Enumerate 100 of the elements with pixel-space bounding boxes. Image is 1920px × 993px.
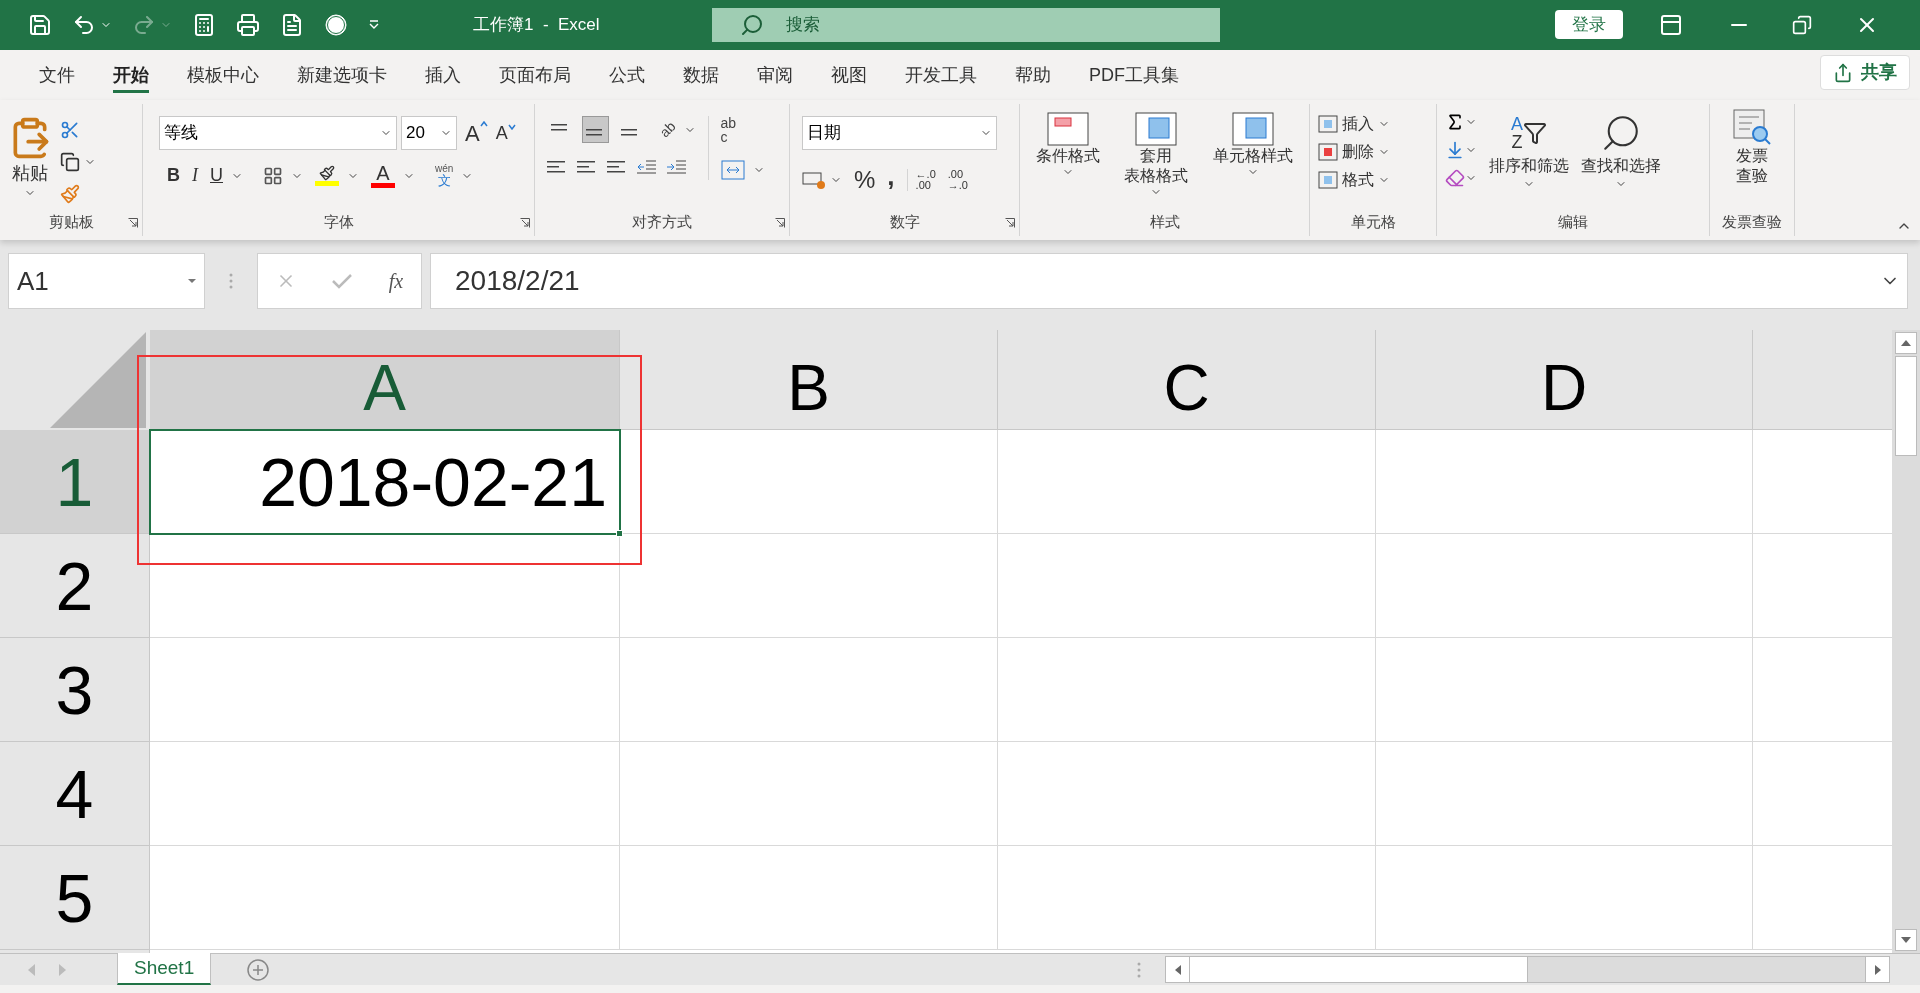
font-style-button[interactable]: I <box>192 162 198 189</box>
increase-decimal-button[interactable]: ←.0 .00 <box>906 169 936 191</box>
shrink-font-button[interactable]: A <box>495 119 516 147</box>
circle-icon[interactable] <box>324 13 348 37</box>
grid-cell[interactable] <box>998 846 1376 950</box>
scroll-thumb[interactable] <box>1190 957 1528 982</box>
font-style-button[interactable]: B <box>167 162 180 189</box>
merge-center-icon[interactable] <box>720 160 745 180</box>
scroll-right-icon[interactable] <box>1874 964 1881 975</box>
increase-indent-icon[interactable] <box>667 159 687 175</box>
invoice-check-button[interactable]: 发票 查验 <box>1718 108 1786 186</box>
grid-cell[interactable] <box>150 846 620 950</box>
percent-button[interactable]: % <box>854 162 876 198</box>
style-button[interactable]: 单元格样式 <box>1212 112 1293 198</box>
align-right-icon[interactable] <box>607 159 627 175</box>
sheet-tab[interactable]: Sheet1 <box>117 953 212 985</box>
ribbon-tab[interactable]: 数据 <box>664 57 738 93</box>
grid-cell[interactable] <box>998 638 1376 742</box>
share-button[interactable]: 共享 <box>1820 55 1910 90</box>
row-header[interactable]: 4 <box>0 742 150 846</box>
restore-icon[interactable] <box>1792 15 1812 35</box>
ribbon-tab[interactable]: 开发工具 <box>886 57 996 93</box>
phonetic-button[interactable]: wén 文 <box>435 164 454 187</box>
borders-icon[interactable] <box>263 165 283 186</box>
format-painter-icon[interactable] <box>60 184 80 204</box>
number-format-field[interactable]: 日期 <box>802 116 997 150</box>
row-header[interactable]: 1 <box>0 430 150 534</box>
fill-color-icon[interactable] <box>315 165 339 186</box>
row-header[interactable]: 5 <box>0 846 150 950</box>
align-center-icon[interactable] <box>577 159 597 175</box>
dialog-launcher-icon[interactable] <box>775 218 785 228</box>
editing-button[interactable]: 查找和选择 <box>1581 112 1661 190</box>
grid-cell[interactable] <box>620 742 998 846</box>
grid-cell[interactable] <box>1753 534 1892 638</box>
grid-cell[interactable] <box>1376 430 1753 534</box>
ribbon-tab[interactable]: 审阅 <box>738 57 812 93</box>
align-left-icon[interactable] <box>547 159 567 175</box>
grid-cell[interactable] <box>1376 638 1753 742</box>
dialog-launcher-icon[interactable] <box>128 218 138 228</box>
grid-cell[interactable] <box>1376 846 1753 950</box>
cut-icon[interactable] <box>60 120 80 140</box>
decrease-indent-icon[interactable] <box>637 159 657 175</box>
grid-cell[interactable] <box>1753 742 1892 846</box>
vertical-scrollbar[interactable] <box>1892 330 1920 953</box>
font-name-field[interactable]: 等线 <box>159 116 397 150</box>
printer-icon[interactable] <box>236 13 260 37</box>
ribbon-tab[interactable]: 开始 <box>94 57 168 93</box>
grid-cell[interactable] <box>1753 430 1892 534</box>
save-icon[interactable] <box>28 13 52 37</box>
horizontal-scrollbar[interactable] <box>1165 956 1890 983</box>
column-header[interactable]: C <box>998 330 1376 430</box>
print-preview-icon[interactable] <box>280 13 304 37</box>
ribbon-tab[interactable]: 公式 <box>590 57 664 93</box>
style-button[interactable]: 条件格式 <box>1036 112 1101 198</box>
grid-cell[interactable]: 2018-02-21 <box>150 430 620 534</box>
customize-icon[interactable] <box>368 19 380 31</box>
ribbon-tab[interactable]: 帮助 <box>996 57 1070 93</box>
copy-icon[interactable] <box>60 152 80 172</box>
grid-cell[interactable] <box>620 430 998 534</box>
grid-cell[interactable] <box>150 638 620 742</box>
comma-button[interactable]: , <box>887 163 895 189</box>
column-header[interactable]: D <box>1376 330 1753 430</box>
grow-font-button[interactable]: A <box>465 116 488 150</box>
style-button[interactable]: 套用 表格格式 <box>1124 112 1189 198</box>
name-box[interactable]: A1 <box>8 253 205 309</box>
scroll-down-icon[interactable] <box>1901 937 1911 943</box>
dialog-launcher-icon[interactable] <box>1005 218 1015 228</box>
ribbon-tab[interactable]: 文件 <box>20 57 94 93</box>
currency-icon[interactable] <box>802 170 826 190</box>
scroll-up-icon[interactable] <box>1901 340 1911 346</box>
grid-cell[interactable] <box>1753 638 1892 742</box>
grid-cell[interactable] <box>998 742 1376 846</box>
decrease-decimal-button[interactable]: .00 →.0 <box>947 169 968 191</box>
grid-cell[interactable] <box>998 534 1376 638</box>
grid-cell[interactable] <box>1376 742 1753 846</box>
cell-command-button[interactable]: 插入 <box>1318 112 1390 136</box>
row-header[interactable]: 3 <box>0 638 150 742</box>
scroll-thumb[interactable] <box>1895 356 1917 456</box>
editing-button[interactable]: A Z 排序和筛选 <box>1489 112 1569 190</box>
grid-cell[interactable] <box>150 742 620 846</box>
eraser-icon[interactable] <box>1445 168 1465 188</box>
ribbon-tab[interactable]: 新建选项卡 <box>278 57 406 93</box>
scroll-left-icon[interactable] <box>1174 964 1181 975</box>
ribbon-tab[interactable]: PDF工具集 <box>1070 57 1198 93</box>
paste-button[interactable]: 粘贴 <box>8 116 52 204</box>
insert-function-button[interactable]: fx <box>388 266 404 296</box>
ribbon-tab[interactable]: 插入 <box>406 57 480 93</box>
ribbon-display-icon[interactable] <box>1659 13 1683 37</box>
column-header[interactable]: A <box>150 330 620 430</box>
row-header[interactable]: 2 <box>0 534 150 638</box>
search-field[interactable]: 搜索 <box>712 8 1220 42</box>
grid-cell[interactable] <box>1376 534 1753 638</box>
ribbon-tab[interactable]: 模板中心 <box>168 57 278 93</box>
grid-cell[interactable] <box>620 534 998 638</box>
font-size-field[interactable]: 20 <box>401 116 457 150</box>
fill-handle[interactable] <box>616 530 623 537</box>
grid-cell[interactable] <box>620 846 998 950</box>
login-button[interactable]: 登录 <box>1555 10 1623 39</box>
grid-cell[interactable] <box>620 638 998 742</box>
vertical-align-button[interactable] <box>582 116 609 143</box>
